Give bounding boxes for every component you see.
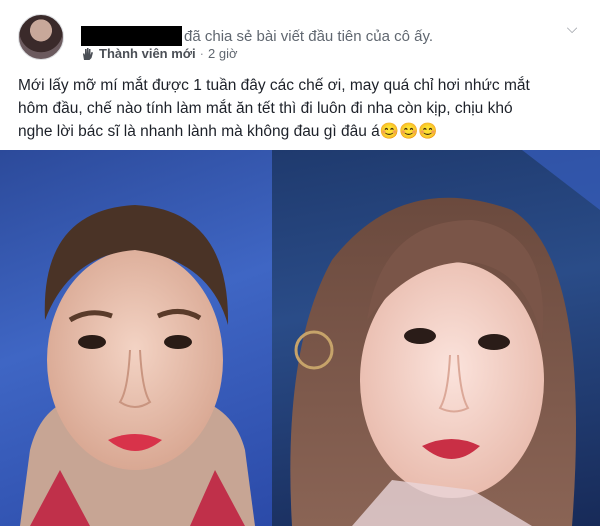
post-timestamp[interactable]: 2 giờ <box>208 46 238 61</box>
waving-hand-icon <box>83 47 93 60</box>
photo-before[interactable] <box>0 150 272 526</box>
post-body: Mới lấy mỡ mí mắt được 1 tuần đây các ch… <box>18 74 588 143</box>
new-member-badge[interactable]: Thành viên mới <box>99 46 196 61</box>
chevron-down-icon[interactable]: ⌵ <box>562 18 582 38</box>
post-body-line: hôm đầu, chế nào tính làm mắt ăn tết thì… <box>18 100 513 117</box>
post-header: đã chia sẻ bài viết đầu tiên của cô ấy. … <box>18 14 588 68</box>
post-body-line: nghe lời bác sĩ là nhanh lành mà không đ… <box>18 120 588 143</box>
redacted-author-name <box>81 26 182 46</box>
post-photos <box>0 150 600 526</box>
portrait-before-image <box>20 205 255 526</box>
avatar[interactable] <box>18 14 64 60</box>
meta-separator: · <box>199 46 204 61</box>
post-meta: Thành viên mới · 2 giờ <box>81 46 238 61</box>
portrait-after-image <box>290 150 600 526</box>
post-header-text: đã chia sẻ bài viết đầu tiên của cô ấy. <box>184 28 434 45</box>
smile-emoji: 😊😊😊 <box>379 123 438 140</box>
post-body-line: Mới lấy mỡ mí mắt được 1 tuần đây các ch… <box>18 77 530 94</box>
photo-after[interactable] <box>272 150 600 526</box>
post-body-line-text: nghe lời bác sĩ là nhanh lành mà không đ… <box>18 123 380 140</box>
